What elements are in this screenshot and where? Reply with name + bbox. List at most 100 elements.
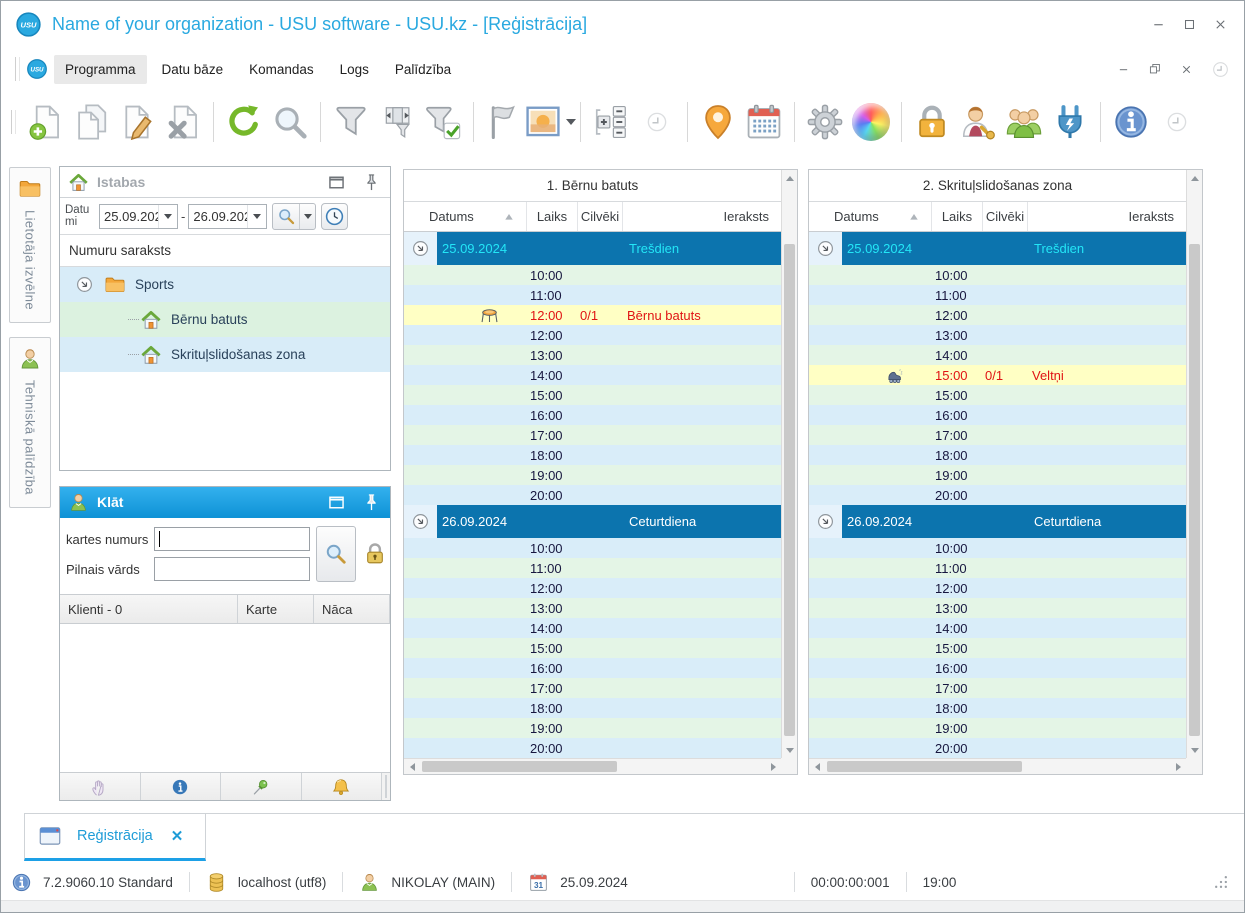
scroll-up-icon[interactable] xyxy=(1187,170,1203,186)
schedule-row[interactable]: 12:00 xyxy=(809,578,1186,598)
schedule-row[interactable]: 11:00 xyxy=(404,285,781,305)
schedule-row[interactable]: 14:00 xyxy=(809,618,1186,638)
bell-button[interactable] xyxy=(301,773,382,800)
schedule-row[interactable]: 14:00 xyxy=(404,365,781,385)
horizontal-scroll-thumb[interactable] xyxy=(422,761,617,772)
tab-registracija[interactable]: Reģistrācija ✕ xyxy=(24,813,206,861)
picture-button[interactable] xyxy=(526,99,576,145)
schedule-row[interactable]: 20:00 xyxy=(809,738,1186,758)
edit-document-button[interactable] xyxy=(114,99,160,145)
schedule-row[interactable]: 18:00 xyxy=(809,698,1186,718)
menu-item-programma[interactable]: Programma xyxy=(54,54,147,84)
clients-column-n-ca[interactable]: Nāca xyxy=(314,595,390,623)
scroll-right-icon[interactable] xyxy=(765,759,781,775)
copy-document-button[interactable] xyxy=(68,99,114,145)
overflow-chevron-button[interactable] xyxy=(1154,99,1200,145)
resize-grip-icon[interactable] xyxy=(1210,871,1232,893)
map-pin-button[interactable] xyxy=(695,99,741,145)
clients-column-karte[interactable]: Karte xyxy=(238,595,314,623)
presence-search-button[interactable] xyxy=(316,526,356,582)
minimize-button[interactable] xyxy=(1151,17,1166,32)
calendar-button[interactable] xyxy=(741,99,787,145)
schedule-row[interactable]: 20:00 xyxy=(809,485,1186,505)
vertical-scroll-thumb[interactable] xyxy=(784,244,795,736)
schedule-row[interactable]: 17:00 xyxy=(809,678,1186,698)
scroll-right-icon[interactable] xyxy=(1170,759,1186,775)
schedule-row[interactable]: 11:00 xyxy=(404,558,781,578)
schedule-row[interactable]: 10:00 xyxy=(809,538,1186,558)
expand-list-button[interactable] xyxy=(588,99,634,145)
presence-pin-icon[interactable] xyxy=(361,492,382,513)
schedule-row[interactable]: 17:00 xyxy=(404,425,781,445)
mdi-close-button[interactable] xyxy=(1180,63,1193,76)
vertical-scrollbar[interactable] xyxy=(1186,170,1202,758)
schedule-row[interactable]: 19:00 xyxy=(809,718,1186,738)
rooms-search-dropdown[interactable] xyxy=(299,203,315,229)
color-wheel-button[interactable] xyxy=(848,99,894,145)
schedule-row[interactable]: 19:00 xyxy=(809,465,1186,485)
schedule-row[interactable]: 15:00 xyxy=(809,638,1186,658)
menu-item-pal-dz-ba[interactable]: Palīdzība xyxy=(384,55,462,84)
hand-button[interactable] xyxy=(60,773,141,800)
rooms-clock-button[interactable] xyxy=(321,202,349,230)
user-key-button[interactable] xyxy=(955,99,1001,145)
column-datums[interactable]: Datums xyxy=(404,202,527,231)
schedule-row[interactable]: 15:00 xyxy=(404,385,781,405)
column-datums[interactable]: Datums xyxy=(809,202,932,231)
group-row-26.09.2024[interactable]: 26.09.2024 Ceturtdiena xyxy=(809,505,1186,538)
schedule-row[interactable]: 13:00 xyxy=(404,345,781,365)
menu-overflow-button[interactable] xyxy=(1211,60,1230,79)
pilnais-v-rds-input[interactable] xyxy=(154,557,310,581)
refresh-button[interactable] xyxy=(221,99,267,145)
schedule-row[interactable]: 18:00 xyxy=(404,698,781,718)
column-laiks[interactable]: Laiks xyxy=(932,202,983,231)
column-cilveki[interactable]: Cilvēki xyxy=(578,202,623,231)
schedule-row[interactable]: 17:00 xyxy=(809,425,1186,445)
mdi-minimize-button[interactable] xyxy=(1117,63,1130,76)
delete-document-button[interactable] xyxy=(160,99,206,145)
schedule-row[interactable]: 15:00 0/1 Veltņi xyxy=(809,365,1186,385)
horizontal-scroll-thumb[interactable] xyxy=(827,761,1022,772)
column-laiks[interactable]: Laiks xyxy=(527,202,578,231)
schedule-row[interactable]: 16:00 xyxy=(404,658,781,678)
column-ieraksts[interactable]: Ieraksts xyxy=(1028,202,1186,231)
mdi-restore-button[interactable] xyxy=(1148,62,1162,76)
schedule-row[interactable]: 20:00 xyxy=(404,738,781,758)
schedule-row[interactable]: 15:00 xyxy=(809,385,1186,405)
group-row-25.09.2024[interactable]: 25.09.2024 Trešdien xyxy=(809,232,1186,265)
schedule-row[interactable]: 16:00 xyxy=(404,405,781,425)
schedule-row[interactable]: 12:00 xyxy=(404,325,781,345)
column-ieraksts[interactable]: Ieraksts xyxy=(623,202,781,231)
schedule-row[interactable]: 12:00 0/1 Bērnu batuts xyxy=(404,305,781,325)
menu-grip[interactable] xyxy=(15,57,20,81)
toolbar-grip[interactable] xyxy=(11,110,16,134)
schedule-row[interactable]: 19:00 xyxy=(404,465,781,485)
date-from-dropdown-icon[interactable] xyxy=(158,204,177,228)
schedule-row[interactable]: 16:00 xyxy=(809,405,1186,425)
filter-button[interactable] xyxy=(328,99,374,145)
tree-node-skritu-slido-anas-zona[interactable]: Skrituļslidošanas zona xyxy=(60,337,390,372)
rooms-pin-icon[interactable] xyxy=(361,172,382,193)
horizontal-scrollbar[interactable] xyxy=(404,758,781,774)
maximize-button[interactable] xyxy=(1182,17,1197,32)
flag-button[interactable] xyxy=(481,99,527,145)
overflow-chevron-button[interactable] xyxy=(634,99,680,145)
presence-maximize-icon[interactable] xyxy=(326,492,347,513)
schedule-row[interactable]: 14:00 xyxy=(404,618,781,638)
info-circle-button[interactable] xyxy=(140,773,221,800)
schedule-row[interactable]: 13:00 xyxy=(809,325,1186,345)
schedule-row[interactable]: 15:00 xyxy=(404,638,781,658)
schedule-row[interactable]: 12:00 xyxy=(404,578,781,598)
date-to-dropdown-icon[interactable] xyxy=(247,204,266,228)
schedule-row[interactable]: 13:00 xyxy=(809,598,1186,618)
close-button[interactable] xyxy=(1213,17,1228,32)
schedule-row[interactable]: 18:00 xyxy=(404,445,781,465)
schedule-row[interactable]: 10:00 xyxy=(809,265,1186,285)
filter-check-button[interactable] xyxy=(420,99,466,145)
lock-button[interactable] xyxy=(909,99,955,145)
group-row-26.09.2024[interactable]: 26.09.2024 Ceturtdiena xyxy=(404,505,781,538)
schedule-row[interactable]: 10:00 xyxy=(404,265,781,285)
schedule-row[interactable]: 18:00 xyxy=(809,445,1186,465)
dropdown-arrow-icon[interactable] xyxy=(566,119,576,125)
plug-button[interactable] xyxy=(1047,99,1093,145)
